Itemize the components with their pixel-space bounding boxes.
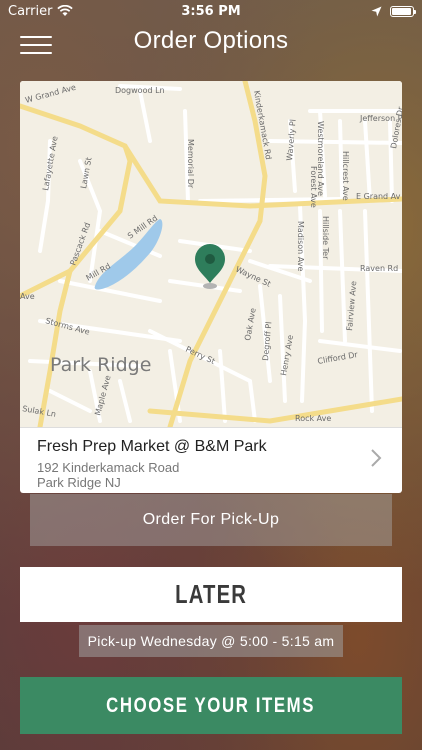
svg-text:Ave: Ave	[20, 292, 35, 301]
svg-text:Hillside Ter: Hillside Ter	[321, 216, 330, 260]
chevron-right-icon	[371, 449, 382, 467]
store-address-line1: 192 Kinderkamack Road	[37, 460, 180, 475]
svg-text:Dogwood Ln: Dogwood Ln	[115, 86, 165, 95]
choose-items-label: CHOOSE YOUR ITEMS	[106, 693, 316, 717]
later-label: LATER	[175, 579, 247, 609]
page-title: Order Options	[133, 27, 289, 54]
status-time: 3:56 PM	[181, 3, 241, 19]
svg-text:Forest Ave: Forest Ave	[309, 166, 318, 208]
store-name: Fresh Prep Market @ B&M Park	[37, 438, 267, 455]
svg-text:Hillcrest Ave: Hillcrest Ave	[341, 151, 350, 201]
svg-text:Rock Ave: Rock Ave	[295, 414, 331, 423]
svg-text:Madison Ave: Madison Ave	[296, 221, 305, 272]
svg-text:E Grand Av: E Grand Av	[356, 192, 401, 201]
battery-fill	[392, 7, 411, 15]
svg-text:Raven Rd: Raven Rd	[360, 264, 398, 273]
map-town-label: Park Ridge	[50, 354, 151, 376]
battery-icon	[390, 5, 416, 17]
nav-bar: Order Options	[0, 22, 422, 62]
choose-items-button[interactable]: CHOOSE YOUR ITEMS	[20, 677, 402, 734]
store-map[interactable]: W Grand Ave Dogwood Ln Kinderkamack Rd J…	[20, 81, 402, 427]
svg-text:Memorial Dr: Memorial Dr	[186, 139, 195, 189]
store-card: W Grand Ave Dogwood Ln Kinderkamack Rd J…	[20, 81, 402, 493]
later-button[interactable]: LATER	[20, 567, 402, 622]
order-type-button[interactable]: Order For Pick-Up	[30, 494, 392, 546]
pickup-time-label: Pick-up Wednesday @ 5:00 - 5:15 am	[79, 625, 343, 657]
map-graphic[interactable]: W Grand Ave Dogwood Ln Kinderkamack Rd J…	[20, 81, 402, 427]
store-location-row[interactable]: Fresh Prep Market @ B&M Park 192 Kinderk…	[20, 428, 402, 493]
status-bar: Carrier 3:56 PM	[0, 0, 422, 22]
order-type-label: Order For Pick-Up	[142, 511, 280, 528]
store-address-line2: Park Ridge NJ	[37, 475, 121, 490]
